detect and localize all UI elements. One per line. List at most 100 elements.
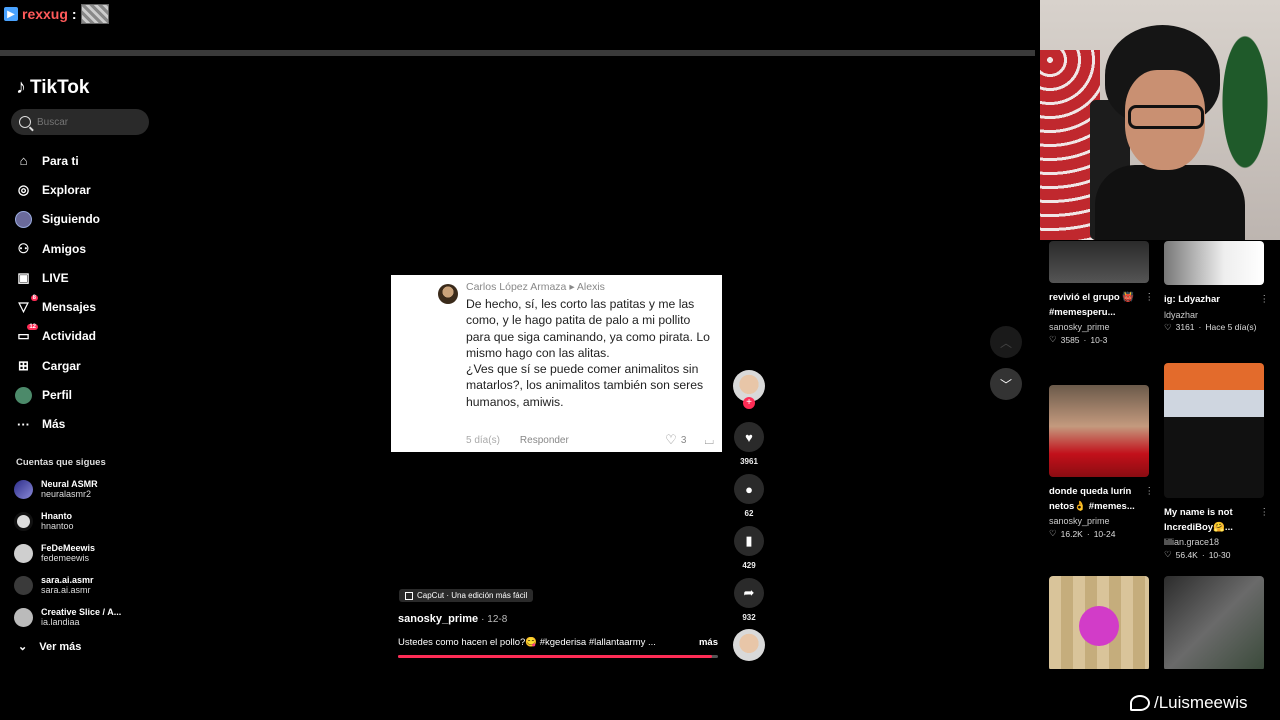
sidebar-item-mensajes[interactable]: ▽ 8 Mensajes (15, 292, 155, 321)
more-options-icon[interactable]: ⋮ (1145, 485, 1155, 500)
avatar (14, 479, 33, 499)
more-options-icon[interactable]: ⋮ (1260, 293, 1270, 308)
account-name: sara.ai.asmr (41, 575, 94, 585)
account-handle: ia.landiaa (41, 617, 80, 627)
dislike-icon: ⌴ (704, 432, 714, 447)
comment-footer: 5 día(s) Responder ♡ 3 ⌴ (466, 432, 714, 448)
previous-video-button[interactable]: ︿ (990, 326, 1022, 358)
live-icon: ▣ (17, 269, 30, 285)
chevron-down-icon: ⌄ (18, 641, 28, 653)
following-account[interactable]: Creative Slice / A... ia.landiaa (14, 601, 154, 633)
feed-thumbnail[interactable] (1049, 385, 1149, 477)
sidebar-item-label: Más (42, 417, 66, 432)
following-account[interactable]: Neural ASMR neuralasmr2 (14, 473, 154, 505)
feed-title-text: donde queda lurín netos👌 #memes... (1049, 486, 1135, 512)
webcam-christmas-tree (1210, 0, 1280, 170)
creator-avatar[interactable]: + (733, 370, 765, 409)
feed-card[interactable]: ig: Ldyazhar ⋮ ldyazhar ♡ 3161 · Hace 5 día(… (1164, 241, 1269, 333)
follow-plus-icon[interactable]: + (743, 397, 755, 409)
sidebar-item-amigos[interactable]: ⚇ Amigos (15, 234, 155, 263)
video-player[interactable]: Carlos López Armaza ▸ Alexis De hecho, s… (391, 275, 722, 452)
chevron-down-icon: ﹀ (999, 377, 1012, 392)
feed-meta: ♡ 16.2K · 10-24 (1049, 528, 1154, 539)
feed-thumbnail[interactable] (1164, 241, 1264, 285)
sidebar-item-cargar[interactable]: ⊞ Cargar (15, 351, 155, 380)
feed-card[interactable]: donde queda lurín netos👌 #memes... ⋮ sano… (1049, 385, 1154, 539)
video-progress-fill (398, 655, 712, 658)
comment-action: ● 62 (733, 474, 765, 518)
action-rail: + (733, 370, 765, 409)
like-button[interactable]: ♥ (734, 422, 764, 452)
feed-thumbnail[interactable] (1164, 363, 1264, 498)
video-progress-bar[interactable] (398, 655, 718, 658)
divider (0, 50, 1035, 56)
following-account[interactable]: FeDeMeewis fedemeewis (14, 537, 154, 569)
comment-button[interactable]: ● (734, 474, 764, 504)
feed-likes: 56.4K (1175, 549, 1198, 560)
comment-bubble-icon: ● (745, 481, 753, 497)
main-nav: ⌂ Para ti ◎ Explorar Siguiendo ⚇ Amigos ▣ LI… (15, 146, 155, 439)
webcam-glasses (1128, 105, 1204, 129)
following-account[interactable]: sara.ai.asmr sara.ai.asmr (14, 569, 154, 601)
following-title: Cuentas que sigues (16, 457, 106, 468)
search-box[interactable] (11, 109, 149, 135)
dot-separator: · (1083, 334, 1087, 345)
sidebar-item-live[interactable]: ▣ LIVE (15, 263, 155, 292)
messages-badge: 8 (30, 294, 38, 301)
recommended-feed: revivió el grupo 👹 #memesperu... ⋮ sanosk… (1049, 241, 1271, 669)
search-input[interactable] (37, 116, 137, 128)
tiktok-logo[interactable]: ♪ TikTok (16, 76, 89, 99)
sidebar-item-para-ti[interactable]: ⌂ Para ti (15, 146, 155, 175)
dot-separator: · (1198, 322, 1202, 332)
comment-header: Carlos López Armaza ▸ Alexis (466, 281, 605, 293)
share-arrow-icon: ➦ (743, 585, 755, 600)
see-more-label: Ver más (39, 640, 82, 653)
feed-date: 10-3 (1090, 334, 1108, 345)
feed-thumbnail[interactable] (1049, 576, 1149, 669)
bookmark-button[interactable]: ▮ (734, 526, 764, 556)
sidebar-item-siguiendo[interactable]: Siguiendo (15, 205, 155, 234)
share-count: 932 (742, 613, 756, 622)
webcam-shirt (1095, 165, 1245, 240)
feed-card[interactable]: revivió el grupo 👹 #memesperu... ⋮ sanosk… (1049, 241, 1154, 345)
profile-icon (15, 386, 32, 404)
account-name: FeDeMeewis (41, 543, 96, 553)
sidebar-item-label: Actividad (42, 329, 97, 344)
sidebar-item-explorar[interactable]: ◎ Explorar (15, 175, 155, 204)
sidebar-item-actividad[interactable]: ▭ 12 Actividad (15, 322, 155, 351)
more-options-icon[interactable]: ⋮ (1145, 291, 1155, 306)
more-button[interactable]: más (699, 637, 718, 648)
capcut-label: CapCut · Una edición más fácil (417, 591, 528, 600)
sidebar-item-mas[interactable]: ··· Más (15, 410, 155, 439)
see-more-button[interactable]: ⌄ Ver más (18, 640, 82, 654)
activity-badge: 12 (27, 323, 38, 330)
sidebar-item-label: LIVE (42, 270, 69, 285)
sidebar-item-perfil[interactable]: Perfil (15, 380, 155, 409)
dot-separator: · (1201, 549, 1205, 560)
feed-thumbnail[interactable] (1164, 576, 1264, 669)
bookmark-icon: ▮ (745, 533, 753, 548)
twitch-icon: ▶ (4, 7, 18, 21)
feed-author: ldyazhar (1164, 309, 1199, 320)
more-options-icon[interactable]: ⋮ (1260, 506, 1270, 521)
feed-likes: 3161 (1175, 322, 1195, 332)
following-account[interactable]: Hnanto hnantoo (14, 505, 154, 537)
messages-icon: ▽ 8 (18, 294, 38, 315)
video-author[interactable]: sanosky_prime · 12-8 (398, 613, 507, 625)
share-button[interactable]: ➦ (734, 578, 764, 608)
sound-disc[interactable] (733, 629, 765, 661)
feed-card[interactable] (1049, 576, 1154, 669)
feed-thumbnail[interactable] (1049, 241, 1149, 283)
save-action: ▮ 429 (733, 526, 765, 570)
heart-outline-icon: ♡ (1164, 321, 1172, 332)
feed-card[interactable] (1164, 576, 1269, 669)
capcut-tag[interactable]: CapCut · Una edición más fácil (399, 589, 534, 602)
following-list: Neural ASMR neuralasmr2 Hnanto hnantoo FeD… (14, 473, 154, 633)
feed-title-text: My name is not IncrediBoy🤗... (1164, 507, 1233, 533)
home-icon: ⌂ (19, 153, 28, 169)
feed-card[interactable]: My name is not IncrediBoy🤗... ⋮ lillian.g… (1164, 363, 1269, 560)
feed-title: revivió el grupo 👹 #memesperu... ⋮ (1049, 291, 1154, 320)
thumbnail-figure (1079, 606, 1119, 646)
following-avatar-icon (15, 210, 32, 228)
next-video-button[interactable]: ﹀ (990, 368, 1022, 400)
